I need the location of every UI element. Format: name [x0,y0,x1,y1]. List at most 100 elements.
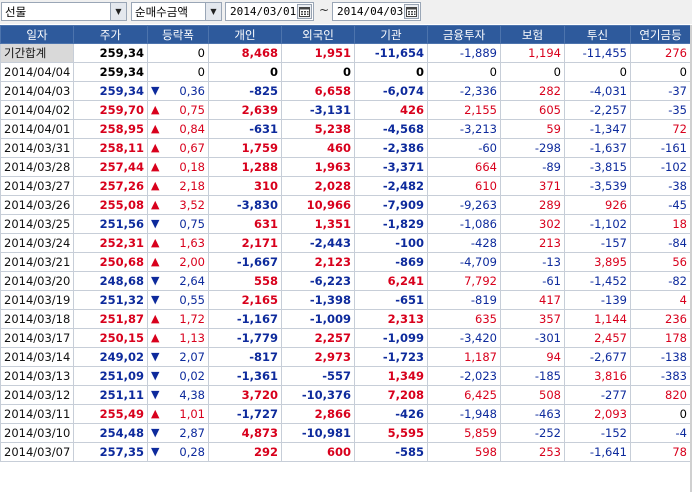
column-header-date[interactable]: 일자 [0,25,74,44]
investment-trust-cell: -11,455 [564,43,631,63]
table-row[interactable]: 2014/03/07 257,35 ▼ 0,28 292 600 -585 598 253 -1,… [0,442,691,462]
column-header-change[interactable]: 등락폭 [147,25,209,44]
table-row[interactable]: 2014/03/18 251,87 ▲ 1,72 -1,167 -1,009 2,313 63… [0,309,691,329]
investment-trust-cell: -1,347 [564,119,631,139]
institution-cell: 6,241 [354,271,428,291]
institution-cell: -426 [354,404,428,424]
triangle-down-icon: ▼ [151,293,160,306]
change-cell: ▼ 2,87 [147,423,209,443]
insurance-cell: -463 [500,404,565,424]
change-value: 1,72 [179,312,205,326]
change-cell: 0 [147,62,209,82]
table-row[interactable]: 2014/04/03 259,34 ▼ 0,36 -825 6,658 -6,074 -2,3… [0,81,691,101]
pension-cell: 276 [630,43,691,63]
table-row[interactable]: 2014/03/13 251,09 ▼ 0,02 -1,361 -557 1,349 -2,0… [0,366,691,386]
triangle-up-icon: ▲ [151,198,160,211]
table-row[interactable]: 2014/04/01 258,95 ▲ 0,84 -631 5,238 -4,568 -3,2… [0,119,691,139]
foreign-cell: 2,973 [281,347,355,367]
column-header-institution[interactable]: 기관 [354,25,428,44]
pension-cell: 78 [630,442,691,462]
insurance-cell: 417 [500,290,565,310]
individual-cell: 631 [208,214,282,234]
chevron-down-icon[interactable]: ▼ [205,3,221,20]
price-cell: 251,32 [73,290,148,310]
pension-cell: -35 [630,100,691,120]
individual-cell: -1,779 [208,328,282,348]
pension-cell: 178 [630,328,691,348]
change-cell: ▲ 0,18 [147,157,209,177]
column-header-financial-investment[interactable]: 금융투자 [427,25,501,44]
insurance-cell: 605 [500,100,565,120]
table-row[interactable]: 2014/04/02 259,70 ▲ 0,75 2,639 -3,131 426 2,155… [0,100,691,120]
individual-cell: -1,727 [208,404,282,424]
pension-cell: 0 [630,62,691,82]
table-row[interactable]: 2014/03/17 250,15 ▲ 1,13 -1,779 2,257 -1,099 -3… [0,328,691,348]
calendar-icon[interactable] [297,4,312,19]
institution-cell: -869 [354,252,428,272]
table-row[interactable]: 2014/03/31 258,11 ▲ 0,67 1,759 460 -2,386 -60 -2… [0,138,691,158]
triangle-up-icon: ▲ [151,160,160,173]
table-row[interactable]: 2014/03/21 250,68 ▲ 2,00 -1,667 2,123 -869 -4,7… [0,252,691,272]
foreign-cell: 1,963 [281,157,355,177]
chevron-down-icon[interactable]: ▼ [110,3,126,20]
change-value: 0,18 [179,160,205,174]
insurance-cell: 59 [500,119,565,139]
triangle-down-icon: ▼ [151,445,160,458]
column-header-investment-trust[interactable]: 투신 [564,25,631,44]
institution-cell: -1,723 [354,347,428,367]
change-value: 0,84 [179,122,205,136]
market-select-value: 선물 [5,5,27,19]
investment-trust-cell: -1,102 [564,214,631,234]
pension-cell: -37 [630,81,691,101]
triangle-down-icon: ▼ [151,274,160,287]
table-row[interactable]: 2014/03/25 251,56 ▼ 0,75 631 1,351 -1,829 -1,08… [0,214,691,234]
table-row[interactable]: 2014/03/27 257,26 ▲ 2,18 310 2,028 -2,482 610 37… [0,176,691,196]
institution-cell: -1,829 [354,214,428,234]
table-row[interactable]: 2014/04/04 259,34 0 0 0 0 0 0 0 0 [0,62,691,82]
table-row[interactable]: 2014/03/28 257,44 ▲ 0,18 1,288 1,963 -3,371 664… [0,157,691,177]
change-value: 1,13 [179,331,205,345]
triangle-up-icon: ▲ [151,312,160,325]
investment-trust-cell: -1,641 [564,442,631,462]
change-cell: ▼ 2,07 [147,347,209,367]
investment-trust-cell: -3,539 [564,176,631,196]
insurance-cell: -185 [500,366,565,386]
financial-investment-cell: -2,023 [427,366,501,386]
individual-cell: -817 [208,347,282,367]
change-value: 2,18 [179,179,205,193]
change-cell: ▲ 2,18 [147,176,209,196]
end-date-field[interactable]: 2014/04/03 [332,2,421,21]
insurance-cell: -301 [500,328,565,348]
table-row[interactable]: 2014/03/26 255,08 ▲ 3,52 -3,830 10,966 -7,909-… [0,195,691,215]
institution-cell: 7,208 [354,385,428,405]
date-cell: 2014/03/21 [0,252,74,272]
column-header-foreign[interactable]: 외국인 [281,25,355,44]
change-value: 2,64 [179,274,205,288]
table-row[interactable]: 2014/03/11 255,49 ▲ 1,01 -1,727 2,866 -426 -1,9… [0,404,691,424]
table-row[interactable]: 2014/03/20 248,68 ▼ 2,64 558 -6,223 6,241 7,792… [0,271,691,291]
individual-cell: 2,165 [208,290,282,310]
table-row[interactable]: 2014/03/10 254,48 ▼ 2,87 4,873 -10,981 5,595 5,… [0,423,691,443]
price-cell: 259,34 [73,62,148,82]
column-header-insurance[interactable]: 보험 [500,25,565,44]
table-row[interactable]: 2014/03/12 251,11 ▼ 4,38 3,720 -10,376 7,208 6,… [0,385,691,405]
foreign-cell: -10,981 [281,423,355,443]
start-date-field[interactable]: 2014/03/01 [225,2,314,21]
total-row[interactable]: 기간합계 259,34 0 8,468 1,951 -11,654 -1,889 1,194-… [0,43,691,63]
column-header-individual[interactable]: 개인 [208,25,282,44]
column-header-price[interactable]: 주가 [73,25,148,44]
investment-trust-cell: -3,815 [564,157,631,177]
calendar-icon[interactable] [404,4,419,19]
column-header-pension[interactable]: 연기금등 [630,25,691,44]
change-value: 0,28 [179,445,205,459]
metric-select[interactable]: 순매수금액 ▼ [131,2,222,21]
individual-cell: 310 [208,176,282,196]
change-value: 0,67 [179,141,205,155]
price-cell: 254,48 [73,423,148,443]
table-row[interactable]: 2014/03/19 251,32 ▼ 0,55 2,165 -1,398 -651 -819… [0,290,691,310]
change-value: 1,63 [179,236,205,250]
table-row[interactable]: 2014/03/24 252,31 ▲ 1,63 2,171 -2,443 -100 -428… [0,233,691,253]
market-select[interactable]: 선물 ▼ [1,2,127,21]
individual-cell: 4,873 [208,423,282,443]
table-row[interactable]: 2014/03/14 249,02 ▼ 2,07 -817 2,973 -1,723 1,18… [0,347,691,367]
